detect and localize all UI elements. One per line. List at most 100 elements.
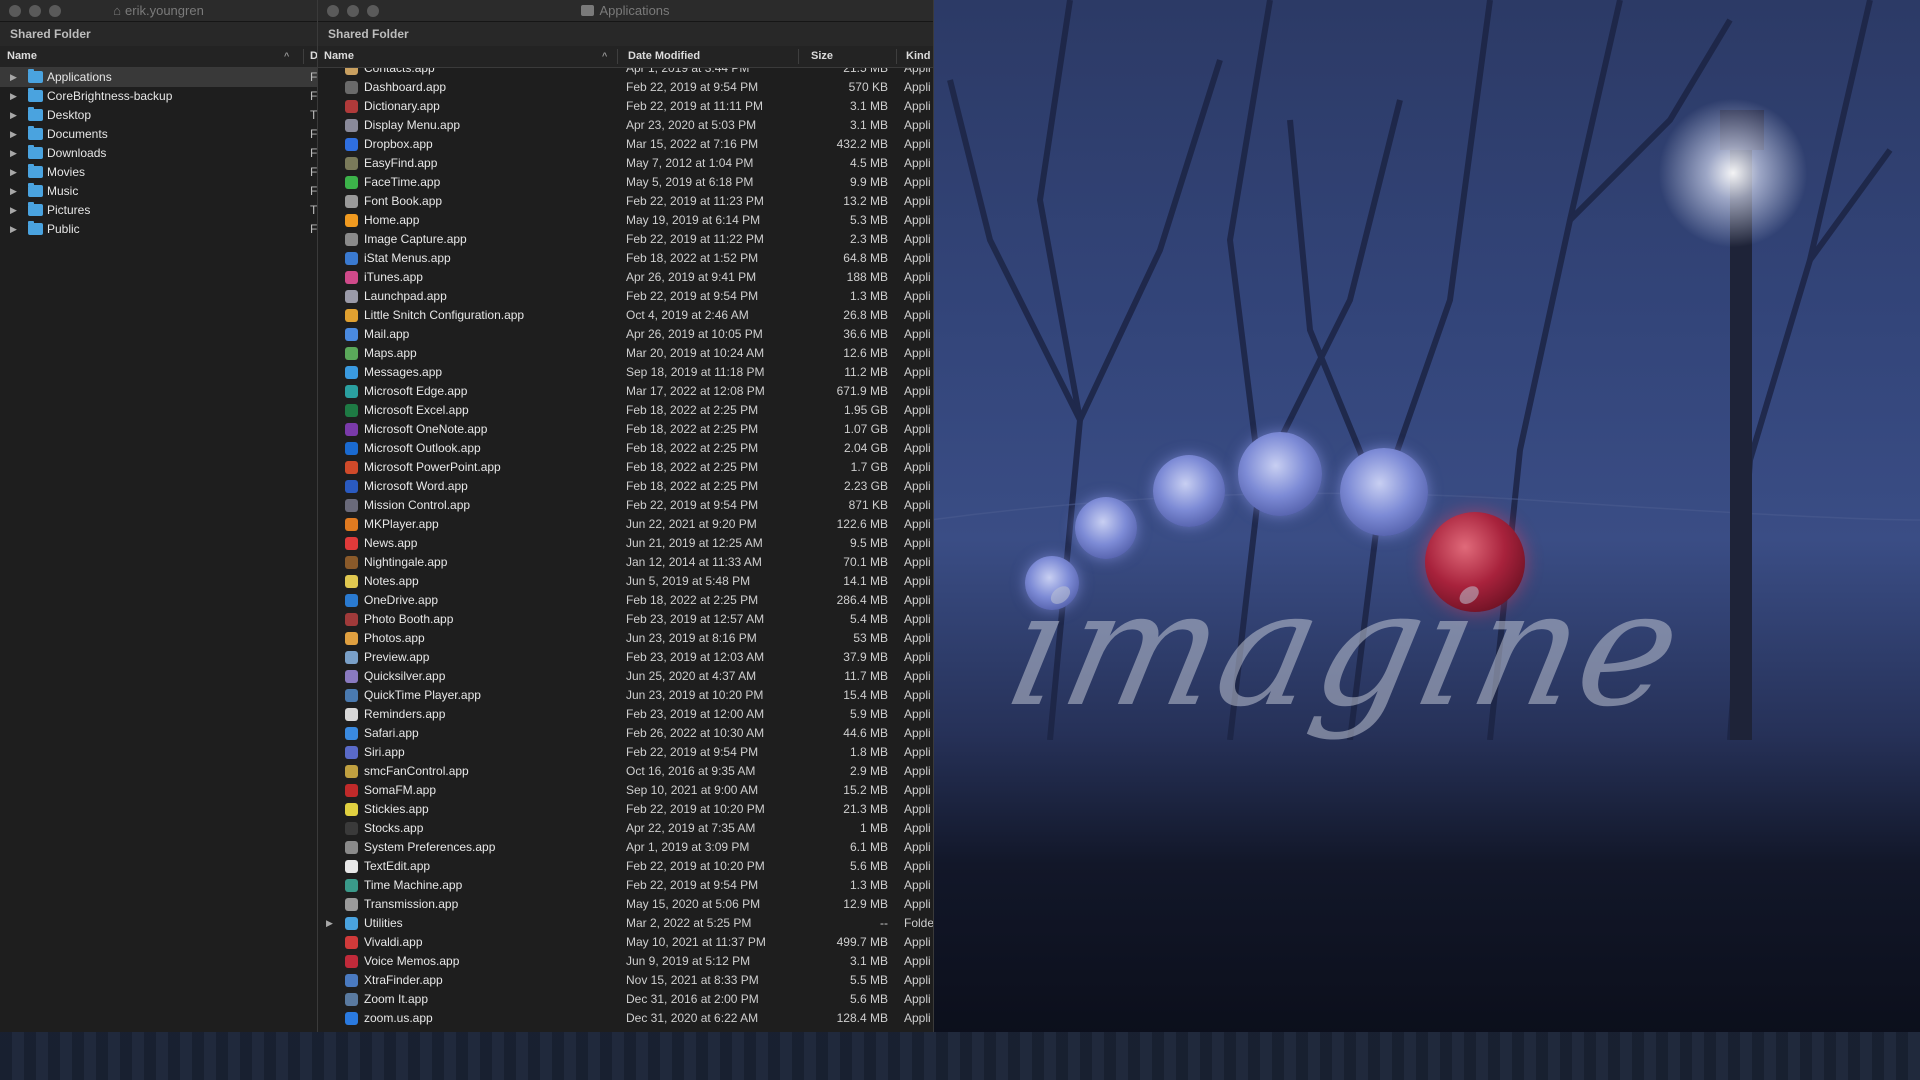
column-divider[interactable] <box>617 49 618 64</box>
file-row[interactable]: Font Book.app Feb 22, 2019 at 11:23 PM 13.… <box>318 192 933 211</box>
file-row[interactable]: Home.app May 19, 2019 at 6:14 PM 5.3 MB App… <box>318 211 933 230</box>
file-row[interactable]: Image Capture.app Feb 22, 2019 at 11:22 P… <box>318 230 933 249</box>
kind-column-header[interactable]: Kind <box>906 50 930 62</box>
file-row[interactable]: Transmission.app May 15, 2020 at 5:06 PM 1… <box>318 895 933 914</box>
file-row[interactable]: Microsoft Outlook.app Feb 18, 2022 at 2:2… <box>318 439 933 458</box>
file-row[interactable]: Nightingale.app Jan 12, 2014 at 11:33 AM 7… <box>318 553 933 572</box>
name-column-header[interactable]: Name <box>324 50 354 62</box>
titlebar[interactable]: ⌂ erik.youngren <box>0 0 317 22</box>
file-row[interactable]: Contacts.app Apr 1, 2019 at 3:44 PM 21.5 M… <box>318 68 933 78</box>
file-row[interactable]: smcFanControl.app Oct 16, 2016 at 9:35 AM… <box>318 762 933 781</box>
file-row[interactable]: MKPlayer.app Jun 22, 2021 at 9:20 PM 122.6… <box>318 515 933 534</box>
file-row[interactable]: Notes.app Jun 5, 2019 at 5:48 PM 14.1 MB Ap… <box>318 572 933 591</box>
tree-row[interactable]: ▶ Applications F <box>0 68 317 87</box>
tree-row[interactable]: ▶ Music F <box>0 182 317 201</box>
disclosure-triangle-icon[interactable]: ▶ <box>10 129 17 140</box>
tree-row[interactable]: ▶ Downloads F <box>0 144 317 163</box>
titlebar[interactable]: Applications <box>318 0 933 22</box>
disclosure-triangle-icon[interactable]: ▶ <box>10 186 17 197</box>
file-row[interactable]: Microsoft Word.app Feb 18, 2022 at 2:25 P… <box>318 477 933 496</box>
file-row[interactable]: Little Snitch Configuration.app Oct 4, 20… <box>318 306 933 325</box>
file-row[interactable]: Mission Control.app Feb 22, 2019 at 9:54 … <box>318 496 933 515</box>
file-row[interactable]: Microsoft Excel.app Feb 18, 2022 at 2:25 … <box>318 401 933 420</box>
disclosure-triangle-icon[interactable]: ▶ <box>10 205 17 216</box>
size-column-header[interactable]: Size <box>811 50 833 62</box>
file-row[interactable]: Mail.app Apr 26, 2019 at 10:05 PM 36.6 MB A… <box>318 325 933 344</box>
finder-window-applications[interactable]: Applications Shared Folder Name ^ Date M… <box>318 0 934 1032</box>
file-size: 5.6 MB <box>849 992 888 1006</box>
file-row[interactable]: Microsoft PowerPoint.app Feb 18, 2022 at … <box>318 458 933 477</box>
file-row[interactable]: Quicksilver.app Jun 25, 2020 at 4:37 AM 11… <box>318 667 933 686</box>
file-row[interactable]: TextEdit.app Feb 22, 2019 at 10:20 PM 5.6 … <box>318 857 933 876</box>
folder-tree[interactable]: ▶ Applications F ▶ CoreBrightness-backup F ▶ De… <box>0 68 317 239</box>
disclosure-triangle-icon[interactable]: ▶ <box>10 110 17 121</box>
tree-row[interactable]: ▶ Documents F <box>0 125 317 144</box>
file-row[interactable]: Reminders.app Feb 23, 2019 at 12:00 AM 5.9… <box>318 705 933 724</box>
app-icon <box>345 119 358 132</box>
disclosure-triangle-icon[interactable]: ▶ <box>10 167 17 178</box>
file-row[interactable]: Dictionary.app Feb 22, 2019 at 11:11 PM 3.… <box>318 97 933 116</box>
column-divider[interactable] <box>798 49 799 64</box>
file-row[interactable]: Time Machine.app Feb 22, 2019 at 9:54 PM 1… <box>318 876 933 895</box>
file-row[interactable]: Microsoft Edge.app Mar 17, 2022 at 12:08 … <box>318 382 933 401</box>
file-row[interactable]: News.app Jun 21, 2019 at 12:25 AM 9.5 MB Ap… <box>318 534 933 553</box>
file-name: Launchpad.app <box>364 289 447 303</box>
finder-window-home[interactable]: ⌂ erik.youngren Shared Folder Name ^ D ▶ A… <box>0 0 318 1032</box>
tree-row[interactable]: ▶ Desktop T <box>0 106 317 125</box>
file-row[interactable]: Messages.app Sep 18, 2019 at 11:18 PM 11.2… <box>318 363 933 382</box>
file-name: Zoom It.app <box>364 992 429 1006</box>
column-divider[interactable] <box>303 49 304 64</box>
file-size: 5.9 MB <box>849 707 888 721</box>
column-divider[interactable] <box>896 49 897 64</box>
file-list[interactable]: Contacts.app Apr 1, 2019 at 3:44 PM 21.5 M… <box>318 68 933 1028</box>
file-row[interactable]: Dropbox.app Mar 15, 2022 at 7:16 PM 432.2 … <box>318 135 933 154</box>
file-row[interactable]: iTunes.app Apr 26, 2019 at 9:41 PM 188 MB A… <box>318 268 933 287</box>
file-row[interactable]: EasyFind.app May 7, 2012 at 1:04 PM 4.5 MB… <box>318 154 933 173</box>
file-row[interactable]: Stickies.app Feb 22, 2019 at 10:20 PM 21.3… <box>318 800 933 819</box>
file-row[interactable]: ▶ Utilities Mar 2, 2022 at 5:25 PM -- Folde <box>318 914 933 933</box>
file-row[interactable]: Photo Booth.app Feb 23, 2019 at 12:57 AM 5… <box>318 610 933 629</box>
file-row[interactable]: FaceTime.app May 5, 2019 at 6:18 PM 9.9 MB… <box>318 173 933 192</box>
file-row[interactable]: XtraFinder.app Nov 15, 2021 at 8:33 PM 5.5… <box>318 971 933 990</box>
file-row[interactable]: Launchpad.app Feb 22, 2019 at 9:54 PM 1.3 … <box>318 287 933 306</box>
column-header[interactable]: Name ^ Date Modified Size Kind <box>318 46 933 68</box>
file-row[interactable]: Preview.app Feb 23, 2019 at 12:03 AM 37.9 … <box>318 648 933 667</box>
file-row[interactable]: iStat Menus.app Feb 18, 2022 at 1:52 PM 64… <box>318 249 933 268</box>
file-name: EasyFind.app <box>364 156 438 170</box>
date-modified-column-header[interactable]: Date Modified <box>628 50 700 62</box>
file-row[interactable]: Display Menu.app Apr 23, 2020 at 5:03 PM 3… <box>318 116 933 135</box>
column-header[interactable]: Name ^ D <box>0 46 317 68</box>
file-row[interactable]: Microsoft OneNote.app Feb 18, 2022 at 2:2… <box>318 420 933 439</box>
file-row[interactable]: QuickTime Player.app Jun 23, 2019 at 10:2… <box>318 686 933 705</box>
date-column-header[interactable]: D <box>310 50 317 62</box>
file-row[interactable]: Safari.app Feb 26, 2022 at 10:30 AM 44.6 M… <box>318 724 933 743</box>
tree-row[interactable]: ▶ Movies F <box>0 163 317 182</box>
file-row[interactable]: Photos.app Jun 23, 2019 at 8:16 PM 53 MB Ap… <box>318 629 933 648</box>
file-row[interactable]: Stocks.app Apr 22, 2019 at 7:35 AM 1 MB App… <box>318 819 933 838</box>
disclosure-triangle-icon[interactable]: ▶ <box>10 224 17 235</box>
file-kind: Appli <box>904 308 931 322</box>
file-row[interactable]: SomaFM.app Sep 10, 2021 at 9:00 AM 15.2 MB… <box>318 781 933 800</box>
tree-row[interactable]: ▶ CoreBrightness-backup F <box>0 87 317 106</box>
tree-row[interactable]: ▶ Public F <box>0 220 317 239</box>
disclosure-triangle-icon[interactable]: ▶ <box>10 148 17 159</box>
file-kind: Appli <box>904 707 931 721</box>
file-size: 53 MB <box>853 631 888 645</box>
file-row[interactable]: Siri.app Feb 22, 2019 at 9:54 PM 1.8 MB App… <box>318 743 933 762</box>
file-row[interactable]: Zoom It.app Dec 31, 2016 at 2:00 PM 5.6 MB… <box>318 990 933 1009</box>
file-size: 13.2 MB <box>843 194 888 208</box>
file-row[interactable]: OneDrive.app Feb 18, 2022 at 2:25 PM 286.4… <box>318 591 933 610</box>
disclosure-triangle-icon[interactable]: ▶ <box>10 91 17 102</box>
file-row[interactable]: Voice Memos.app Jun 9, 2019 at 5:12 PM 3.1… <box>318 952 933 971</box>
file-row[interactable]: Dashboard.app Feb 22, 2019 at 9:54 PM 570 … <box>318 78 933 97</box>
disclosure-triangle-icon[interactable]: ▶ <box>326 918 333 929</box>
file-row[interactable]: System Preferences.app Apr 1, 2019 at 3:0… <box>318 838 933 857</box>
file-name: Reminders.app <box>364 707 446 721</box>
file-row[interactable]: Vivaldi.app May 10, 2021 at 11:37 PM 499.7… <box>318 933 933 952</box>
file-row[interactable]: Maps.app Mar 20, 2019 at 10:24 AM 12.6 MB A… <box>318 344 933 363</box>
tree-row[interactable]: ▶ Pictures T <box>0 201 317 220</box>
file-row[interactable]: zoom.us.app Dec 31, 2020 at 6:22 AM 128.4 … <box>318 1009 933 1028</box>
app-icon <box>345 100 358 113</box>
name-column-header[interactable]: Name <box>7 50 37 62</box>
disclosure-triangle-icon[interactable]: ▶ <box>10 72 17 83</box>
